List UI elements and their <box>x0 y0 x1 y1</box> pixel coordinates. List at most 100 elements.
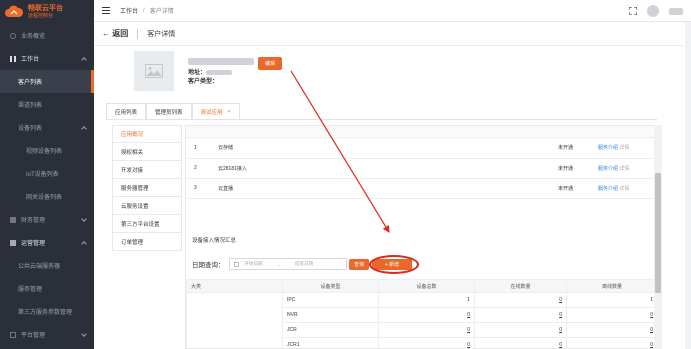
nav-workbench[interactable]: 工作台 <box>0 47 94 70</box>
tab-label: 应用列表 <box>115 109 138 116</box>
nav-device-list[interactable]: 设备列表 <box>0 116 94 139</box>
tab-app-list[interactable]: 应用列表 <box>106 103 147 119</box>
device-type: NVR <box>282 307 379 323</box>
nav-public-server[interactable]: 公共云端服务器 <box>0 254 94 277</box>
nav-label: 运营管理 <box>21 241 46 247</box>
menu-cloud-settings[interactable]: 云服务设置 <box>112 197 182 215</box>
service-intro-link[interactable]: 服务介绍 <box>598 166 618 172</box>
nav-label: 工作台 <box>21 57 40 63</box>
nav-customer-list[interactable]: 客户列表 <box>0 70 94 93</box>
service-name: 云28181接入 <box>210 158 550 179</box>
nav-finance[interactable]: 财务管理 <box>0 208 94 231</box>
menu-server-mgmt[interactable]: 服务器管理 <box>112 179 182 197</box>
back-button[interactable]: ← 返回 <box>102 28 128 39</box>
nav-service-mgmt[interactable]: 服务管理 <box>0 277 94 300</box>
device-total[interactable]: 0 <box>378 322 475 338</box>
breadcrumb-home[interactable]: 工作台 <box>120 6 138 15</box>
service-status: 未开通 <box>550 138 590 159</box>
menu-third-party[interactable]: 第三方平台设置 <box>112 215 182 233</box>
chevron-up-icon <box>81 241 87 247</box>
col-total: 设备总数 <box>378 279 475 293</box>
nav-channel-list[interactable]: 渠道列表 <box>0 93 94 116</box>
device-online[interactable]: 0 <box>474 337 567 348</box>
address-blurred <box>206 69 233 75</box>
col-category: 大类 <box>186 279 283 293</box>
service-table: 1 云存储 未开通 服务介绍 详情 2 云28181接入 未开通 服务介绍 详情… <box>186 138 657 199</box>
detail-link[interactable]: 详情 <box>619 186 629 192</box>
device-online[interactable]: 0 <box>474 292 567 308</box>
device-online[interactable]: 0 <box>474 322 567 338</box>
service-status: 未开通 <box>550 178 590 199</box>
start-date-placeholder: 开始日期 <box>244 261 263 266</box>
nav-label: 客户列表 <box>18 80 43 86</box>
row-no: 1 <box>186 138 210 159</box>
calendar-icon <box>233 261 239 267</box>
fullscreen-icon[interactable] <box>629 7 637 15</box>
menu-dev-integration[interactable]: 开发对接 <box>112 161 182 179</box>
table-row: 3 云直播 未开通 服务介绍 详情 <box>186 178 657 199</box>
menu-app-overview[interactable]: 应用概况 <box>112 125 182 143</box>
breadcrumb-current: 客户详情 <box>149 9 174 15</box>
nav-label: 视频设备列表 <box>26 149 63 155</box>
device-online[interactable]: 0 <box>474 307 567 323</box>
service-intro-link[interactable]: 服务介绍 <box>598 145 618 151</box>
tab-admin-list[interactable]: 管理员列表 <box>146 103 192 119</box>
col-device-type: 设备类型 <box>282 279 379 293</box>
chevron-up-icon <box>81 126 87 132</box>
nav-label: 业务概览 <box>21 34 46 40</box>
nav-label: 公共云端服务器 <box>18 264 61 270</box>
menu-toggle-icon[interactable] <box>102 7 110 14</box>
menu-orders[interactable]: 订单管理 <box>112 233 182 251</box>
chevron-up-icon <box>81 57 87 63</box>
grid-icon <box>10 55 16 62</box>
nav-label: 渠道列表 <box>18 103 43 109</box>
table-row: 2 云28181接入 未开通 服务介绍 详情 <box>186 158 657 179</box>
nav-label: 服务管理 <box>18 287 43 293</box>
nav-label: 财务管理 <box>21 218 46 224</box>
device-offline[interactable]: 0 <box>566 322 657 338</box>
edit-button[interactable]: 编辑 <box>258 57 282 70</box>
nav-gateway-devices[interactable]: 网关设备列表 <box>0 185 94 208</box>
tab-label: 管理员列表 <box>155 109 183 116</box>
logo-subtitle: 远程控制台 <box>28 13 54 19</box>
row-no: 3 <box>186 178 210 199</box>
platform-icon <box>10 331 16 338</box>
nav-operations[interactable]: 运营管理 <box>0 231 94 254</box>
service-name: 云存储 <box>210 138 550 159</box>
username-blurred[interactable] <box>669 7 683 15</box>
logo: 畅联云平台 远程控制台 <box>0 0 94 24</box>
device-total[interactable]: 0 <box>378 337 475 348</box>
detail-link[interactable]: 详情 <box>619 166 629 172</box>
device-offline: 1 <box>566 292 657 308</box>
table-row: IPC 1 0 1 <box>186 292 657 348</box>
range-separator: → <box>276 261 282 267</box>
section-title: 设备接入情况汇总 <box>192 238 237 244</box>
query-button[interactable]: 查询 <box>349 259 369 270</box>
tab-close-icon[interactable]: × <box>228 109 231 115</box>
nav-iot-devices[interactable]: IoT设备列表 <box>0 162 94 185</box>
nav-third-party-params[interactable]: 第三方服务参数管理 <box>0 300 94 323</box>
nav-overview[interactable]: 业务概览 <box>0 24 94 47</box>
finance-icon <box>10 216 16 223</box>
detail-link[interactable]: 详情 <box>619 145 629 151</box>
divider <box>137 28 139 39</box>
row-no: 2 <box>186 158 210 179</box>
annotation-circle <box>369 255 419 274</box>
device-total[interactable]: 0 <box>378 307 475 323</box>
tab-test-app[interactable]: 测试应用 × <box>191 103 240 119</box>
avatar[interactable] <box>647 5 659 17</box>
nav-label: 网关设备列表 <box>26 195 63 201</box>
content-scrollbar[interactable] <box>654 125 662 349</box>
device-offline[interactable]: 0 <box>566 307 657 323</box>
menu-authorization[interactable]: 授权相关 <box>112 143 182 161</box>
scrollbar-thumb[interactable] <box>655 173 661 293</box>
device-summary-table: 大类 设备类型 设备总数 在线数量 离线数量 IPC 1 0 1 NVR 0 0… <box>186 279 657 348</box>
service-intro-link[interactable]: 服务介绍 <box>598 186 618 192</box>
nav-video-devices[interactable]: 视频设备列表 <box>0 139 94 162</box>
date-range-input[interactable]: 开始日期 → 结束日期 <box>228 258 347 270</box>
address-label: 地址： <box>188 70 207 76</box>
device-offline[interactable]: 0 <box>566 337 657 348</box>
nav-platform[interactable]: 平台管理 <box>0 323 94 346</box>
tab-label: 测试应用 <box>200 109 223 116</box>
tabs-underline <box>106 119 657 120</box>
